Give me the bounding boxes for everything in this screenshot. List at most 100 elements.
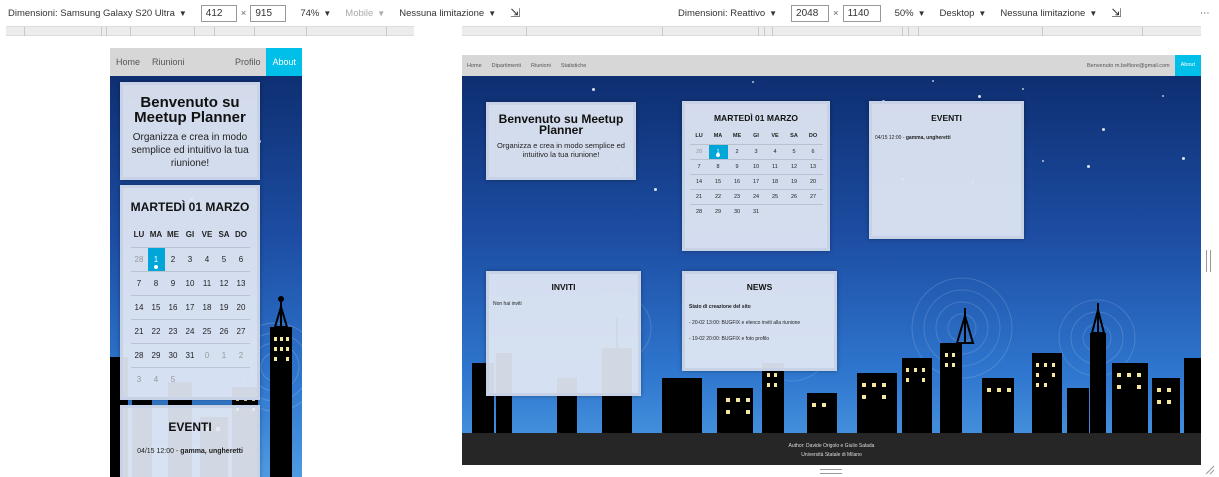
calendar-day[interactable]: 11 bbox=[765, 158, 785, 174]
calendar-day[interactable]: 2 bbox=[232, 342, 250, 367]
calendar-day[interactable]: 5 bbox=[784, 143, 804, 159]
nav-profilo[interactable]: Profilo bbox=[229, 57, 267, 67]
nav-dipartimenti[interactable]: Dipartimenti bbox=[487, 63, 526, 69]
calendar-day[interactable]: 15 bbox=[147, 294, 165, 319]
calendar-day[interactable]: 4 bbox=[765, 143, 785, 159]
calendar-day[interactable]: 19 bbox=[215, 294, 233, 319]
calendar-day[interactable]: 21 bbox=[130, 318, 148, 343]
calendar-day[interactable]: 9 bbox=[727, 158, 747, 174]
nav-riunioni[interactable]: Riunioni bbox=[146, 57, 191, 67]
calendar-day[interactable]: 29 bbox=[708, 203, 728, 219]
mobile-dimensions-select[interactable]: Dimensioni: Samsung Galaxy S20 Ultra ▼ bbox=[8, 8, 187, 19]
desktop-dimensions-select[interactable]: Dimensioni: Reattivo ▼ bbox=[678, 8, 777, 19]
event-item[interactable]: 04/15 12:00 - gamma, ungheretti bbox=[123, 448, 257, 455]
calendar-day[interactable]: 6 bbox=[232, 246, 250, 271]
calendar-day[interactable]: 0 bbox=[198, 342, 216, 367]
calendar-day[interactable]: 17 bbox=[746, 173, 766, 189]
calendar-day[interactable]: 27 bbox=[232, 318, 250, 343]
calendar-day[interactable]: 10 bbox=[181, 270, 199, 295]
calendar-day[interactable]: 3 bbox=[746, 143, 766, 159]
more-options-icon[interactable]: ⋯ bbox=[1200, 0, 1210, 26]
calendar-day[interactable]: 28 bbox=[689, 143, 709, 159]
calendar-day[interactable]: 24 bbox=[746, 188, 766, 204]
calendar-day[interactable]: 22 bbox=[708, 188, 728, 204]
rotate-icon[interactable]: ⇲ bbox=[510, 6, 520, 20]
mobile-mode-select[interactable]: Mobile ▼ bbox=[345, 8, 385, 19]
desktop-height-input[interactable]: 1140 bbox=[842, 4, 881, 22]
calendar-day[interactable]: 25 bbox=[765, 188, 785, 204]
calendar-day[interactable]: 30 bbox=[164, 342, 182, 367]
mobile-width-input[interactable]: 412 bbox=[200, 4, 237, 22]
calendar-day[interactable]: 14 bbox=[130, 294, 148, 319]
calendar-day[interactable]: 2 bbox=[727, 143, 747, 159]
mobile-height-input[interactable]: 915 bbox=[250, 4, 287, 22]
nav-home[interactable]: Home bbox=[110, 57, 146, 67]
calendar-day[interactable]: 8 bbox=[147, 270, 165, 295]
calendar-day[interactable]: 16 bbox=[164, 294, 182, 319]
nav-statistiche[interactable]: Statistiche bbox=[556, 63, 591, 69]
desktop-zoom-select[interactable]: 50% ▼ bbox=[895, 8, 926, 19]
nav-home[interactable]: Home bbox=[462, 63, 487, 69]
calendar-day[interactable]: 26 bbox=[215, 318, 233, 343]
calendar-day[interactable]: 6 bbox=[803, 143, 823, 159]
calendar-day[interactable]: 12 bbox=[215, 270, 233, 295]
calendar-day[interactable]: 7 bbox=[130, 270, 148, 295]
nav-riunioni[interactable]: Riunioni bbox=[526, 63, 556, 69]
calendar-day[interactable]: 4 bbox=[198, 246, 216, 271]
calendar-day[interactable]: 9 bbox=[164, 270, 182, 295]
resize-corner-icon[interactable] bbox=[1205, 465, 1215, 475]
mobile-throttle-select[interactable]: Nessuna limitazione ▼ bbox=[399, 8, 496, 19]
desktop-width-input[interactable]: 2048 bbox=[791, 4, 830, 22]
desktop-throttle-select[interactable]: Nessuna limitazione ▼ bbox=[1000, 8, 1097, 19]
calendar-day[interactable]: 22 bbox=[147, 318, 165, 343]
calendar-day[interactable]: 25 bbox=[198, 318, 216, 343]
calendar-day[interactable]: 5 bbox=[215, 246, 233, 271]
calendar-day[interactable]: 5 bbox=[164, 366, 182, 391]
calendar-day[interactable]: 1 bbox=[147, 246, 165, 271]
calendar-day[interactable]: 20 bbox=[803, 173, 823, 189]
calendar-day[interactable]: 4 bbox=[147, 366, 165, 391]
viewport-resize-handle-right[interactable] bbox=[1206, 250, 1211, 272]
calendar-day[interactable]: 1 bbox=[215, 342, 233, 367]
calendar-day[interactable]: 28 bbox=[689, 203, 709, 219]
calendar-day[interactable]: 2 bbox=[164, 246, 182, 271]
calendar-day[interactable]: 15 bbox=[708, 173, 728, 189]
calendar-day[interactable]: 12 bbox=[784, 158, 804, 174]
calendar-day[interactable]: 19 bbox=[784, 173, 804, 189]
nav-about[interactable]: About bbox=[266, 48, 302, 76]
calendar-day[interactable]: 8 bbox=[708, 158, 728, 174]
calendar-day[interactable]: 18 bbox=[765, 173, 785, 189]
calendar-day[interactable]: 3 bbox=[130, 366, 148, 391]
mobile-zoom-select[interactable]: 74% ▼ bbox=[300, 8, 331, 19]
nav-about[interactable]: About bbox=[1174, 55, 1201, 76]
calendar-day[interactable]: 13 bbox=[803, 158, 823, 174]
calendar-day[interactable]: 7 bbox=[689, 158, 709, 174]
calendar-day[interactable]: 24 bbox=[181, 318, 199, 343]
calendar-day[interactable]: 10 bbox=[746, 158, 766, 174]
calendar-day[interactable]: 26 bbox=[784, 188, 804, 204]
calendar-day[interactable]: 23 bbox=[727, 188, 747, 204]
nav-user[interactable]: Benvenuto m.belfiore@gmail.com bbox=[1082, 63, 1175, 69]
calendar-day[interactable]: 28 bbox=[130, 246, 148, 271]
calendar-day[interactable]: 11 bbox=[198, 270, 216, 295]
calendar-day[interactable]: 21 bbox=[689, 188, 709, 204]
event-item[interactable]: 04/15 12:00 - gamma, ungheretti bbox=[872, 135, 1021, 141]
calendar-day[interactable]: 14 bbox=[689, 173, 709, 189]
calendar-day[interactable]: 31 bbox=[746, 203, 766, 219]
rotate-icon[interactable]: ⇲ bbox=[1111, 6, 1121, 20]
calendar-day[interactable]: 1 bbox=[708, 143, 728, 159]
calendar-day[interactable]: 31 bbox=[181, 342, 199, 367]
calendar-day[interactable]: 18 bbox=[198, 294, 216, 319]
viewport-resize-handle-bottom[interactable] bbox=[820, 469, 842, 474]
desktop-mode-select[interactable]: Desktop ▼ bbox=[940, 8, 987, 19]
calendar-day[interactable]: 3 bbox=[181, 246, 199, 271]
calendar-day[interactable]: 30 bbox=[727, 203, 747, 219]
calendar-day[interactable]: 29 bbox=[147, 342, 165, 367]
calendar-day[interactable]: 28 bbox=[130, 342, 148, 367]
calendar-day[interactable]: 20 bbox=[232, 294, 250, 319]
calendar-day[interactable]: 17 bbox=[181, 294, 199, 319]
calendar-day[interactable]: 27 bbox=[803, 188, 823, 204]
calendar-day[interactable]: 23 bbox=[164, 318, 182, 343]
calendar-day[interactable]: 13 bbox=[232, 270, 250, 295]
calendar-day[interactable]: 16 bbox=[727, 173, 747, 189]
